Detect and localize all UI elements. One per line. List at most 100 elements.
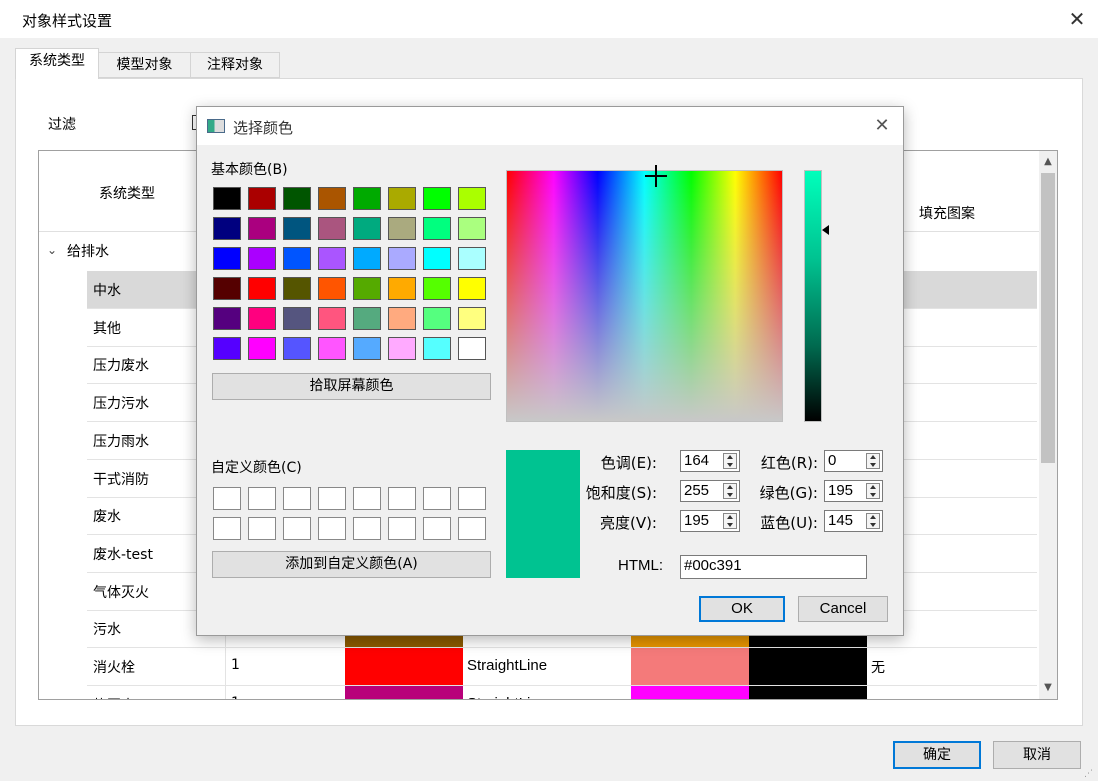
green-spinbox[interactable]: 195 (824, 480, 883, 502)
row-line-pattern[interactable]: StraightLine (467, 657, 547, 674)
basic-color-swatch[interactable] (458, 217, 486, 240)
basic-color-swatch[interactable] (248, 307, 276, 330)
tab-system-type[interactable]: 系统类型 (15, 48, 99, 79)
luminance-slider[interactable] (804, 170, 822, 422)
basic-color-swatch[interactable] (213, 277, 241, 300)
scroll-down-icon[interactable]: ▼ (1039, 679, 1057, 697)
basic-color-swatch[interactable] (318, 247, 346, 270)
custom-color-swatch[interactable] (353, 517, 381, 540)
html-color-input[interactable]: #00c391 (680, 555, 867, 579)
basic-color-swatch[interactable] (213, 337, 241, 360)
row-line-color[interactable] (345, 685, 463, 699)
basic-color-swatch[interactable] (353, 337, 381, 360)
basic-color-swatch[interactable] (388, 187, 416, 210)
spin-arrows-icon[interactable] (723, 483, 737, 499)
saturation-value[interactable]: 255 (684, 482, 709, 499)
basic-color-swatch[interactable] (423, 307, 451, 330)
basic-color-swatch[interactable] (318, 187, 346, 210)
basic-color-swatch[interactable] (283, 247, 311, 270)
hue-value[interactable]: 164 (684, 452, 709, 469)
basic-color-swatch[interactable] (283, 187, 311, 210)
basic-color-swatch[interactable] (283, 217, 311, 240)
basic-color-swatch[interactable] (248, 187, 276, 210)
basic-color-swatch[interactable] (248, 337, 276, 360)
basic-color-swatch[interactable] (283, 277, 311, 300)
basic-color-swatch[interactable] (388, 247, 416, 270)
basic-color-swatch[interactable] (248, 277, 276, 300)
row-line-width[interactable]: 1 (231, 657, 240, 673)
hue-saturation-spectrum[interactable] (506, 170, 783, 422)
row-line-color[interactable] (345, 648, 463, 685)
custom-color-swatch[interactable] (458, 517, 486, 540)
basic-color-swatch[interactable] (458, 187, 486, 210)
custom-color-swatch[interactable] (248, 487, 276, 510)
row-fill-color[interactable] (631, 648, 749, 685)
scrollbar-thumb[interactable] (1041, 173, 1055, 463)
row-fill-pattern[interactable]: 无 (871, 695, 885, 699)
basic-color-swatch[interactable] (458, 247, 486, 270)
tab-annotation-objects[interactable]: 注释对象 (190, 52, 280, 78)
spin-arrows-icon[interactable] (866, 453, 880, 469)
custom-color-swatch[interactable] (283, 487, 311, 510)
basic-color-swatch[interactable] (283, 307, 311, 330)
basic-color-swatch[interactable] (248, 217, 276, 240)
basic-color-swatch[interactable] (353, 187, 381, 210)
row-fill-color[interactable] (631, 685, 749, 699)
header-system-type[interactable]: 系统类型 (99, 183, 155, 203)
spin-arrows-icon[interactable] (866, 513, 880, 529)
basic-color-swatch[interactable] (213, 187, 241, 210)
basic-color-swatch[interactable] (213, 307, 241, 330)
custom-color-swatch[interactable] (213, 517, 241, 540)
custom-color-swatch[interactable] (353, 487, 381, 510)
custom-color-swatch[interactable] (213, 487, 241, 510)
header-fill-pattern[interactable]: 填充图案 (919, 203, 975, 223)
custom-color-swatch[interactable] (248, 517, 276, 540)
blue-value[interactable]: 145 (828, 512, 853, 529)
row-fill-background[interactable] (749, 648, 867, 685)
slider-arrow-icon[interactable] (822, 225, 829, 235)
basic-color-swatch[interactable] (248, 247, 276, 270)
green-value[interactable]: 195 (828, 482, 853, 499)
spin-arrows-icon[interactable] (723, 453, 737, 469)
basic-color-swatch[interactable] (353, 277, 381, 300)
blue-spinbox[interactable]: 145 (824, 510, 883, 532)
basic-color-swatch[interactable] (388, 217, 416, 240)
add-custom-color-button[interactable]: 添加到自定义颜色(A) (212, 551, 491, 578)
basic-color-swatch[interactable] (423, 187, 451, 210)
tab-model-objects[interactable]: 模型对象 (98, 52, 191, 78)
color-ok-button[interactable]: OK (699, 596, 785, 622)
basic-color-swatch[interactable] (318, 337, 346, 360)
row-line-pattern[interactable]: StraightLine (467, 695, 547, 699)
custom-color-swatch[interactable] (283, 517, 311, 540)
basic-color-swatch[interactable] (423, 277, 451, 300)
value-value[interactable]: 195 (684, 512, 709, 529)
custom-color-swatch[interactable] (423, 517, 451, 540)
basic-color-swatch[interactable] (388, 277, 416, 300)
basic-color-swatch[interactable] (458, 277, 486, 300)
row-line-width[interactable]: 1 (231, 695, 240, 699)
custom-color-swatch[interactable] (388, 487, 416, 510)
basic-color-swatch[interactable] (353, 307, 381, 330)
scroll-up-icon[interactable]: ▲ (1039, 153, 1057, 171)
basic-color-swatch[interactable] (458, 307, 486, 330)
red-spinbox[interactable]: 0 (824, 450, 883, 472)
value-spinbox[interactable]: 195 (680, 510, 740, 532)
basic-color-swatch[interactable] (423, 337, 451, 360)
basic-color-swatch[interactable] (283, 337, 311, 360)
saturation-spinbox[interactable]: 255 (680, 480, 740, 502)
basic-color-swatch[interactable] (353, 217, 381, 240)
custom-color-swatch[interactable] (423, 487, 451, 510)
basic-color-swatch[interactable] (388, 307, 416, 330)
table-row[interactable]: 消火栓 1 StraightLine 无 (87, 648, 1037, 686)
basic-color-swatch[interactable] (318, 277, 346, 300)
cancel-button[interactable]: 取消 (993, 741, 1081, 769)
basic-color-swatch[interactable] (318, 217, 346, 240)
table-row[interactable]: 热回水 1 StraightLine 无 (87, 685, 1037, 699)
chevron-down-icon[interactable]: ⌄ (47, 243, 57, 257)
row-fill-pattern[interactable]: 无 (871, 657, 885, 677)
basic-color-swatch[interactable] (353, 247, 381, 270)
resize-grip-icon[interactable]: ⋰ (1084, 768, 1096, 780)
basic-color-swatch[interactable] (213, 247, 241, 270)
custom-color-swatch[interactable] (318, 517, 346, 540)
basic-color-swatch[interactable] (388, 337, 416, 360)
